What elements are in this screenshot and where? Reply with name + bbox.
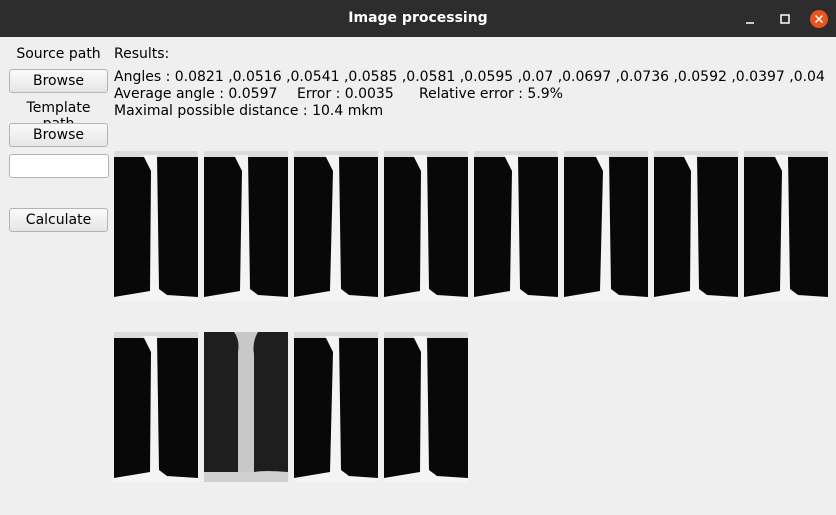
minimize-icon [746, 22, 754, 24]
result-image-thumbnail [384, 151, 468, 301]
template-browse-button[interactable]: Browse [9, 123, 108, 147]
maximize-icon [780, 14, 790, 24]
source-browse-button[interactable]: Browse [9, 69, 108, 93]
result-image-thumbnail [564, 151, 648, 301]
angles-text: Angles : 0.0821 ,0.0516 ,0.0541 ,0.0585 … [114, 69, 825, 85]
result-image-thumbnail [294, 332, 378, 482]
path-input[interactable] [9, 154, 109, 178]
max-distance-text: Maximal possible distance : 10.4 mkm [114, 103, 384, 119]
close-icon [810, 10, 828, 28]
title-bar: Image processing [0, 0, 836, 37]
relative-error-text: Relative error : 5.9% [419, 86, 563, 102]
source-path-label: Source path [16, 46, 101, 62]
result-image-thumbnail [114, 151, 198, 301]
result-image-thumbnail [474, 151, 558, 301]
calculate-button[interactable]: Calculate [9, 208, 108, 232]
window-title: Image processing [348, 10, 488, 26]
results-heading: Results: [114, 46, 170, 62]
average-angle-text: Average angle : 0.0597 [114, 86, 278, 102]
error-text: Error : 0.0035 [297, 86, 394, 102]
app-window: Image processing Source path Browse Temp… [0, 0, 836, 515]
maximize-button[interactable] [775, 9, 795, 29]
result-image-thumbnail [384, 332, 468, 482]
result-image-thumbnail [204, 151, 288, 301]
close-button[interactable] [809, 9, 829, 29]
result-image-thumbnail [654, 151, 738, 301]
result-image-thumbnail [204, 332, 288, 482]
result-image-thumbnail [294, 151, 378, 301]
result-image-thumbnail [744, 151, 828, 301]
result-image-thumbnail [114, 332, 198, 482]
minimize-button[interactable] [740, 9, 760, 29]
